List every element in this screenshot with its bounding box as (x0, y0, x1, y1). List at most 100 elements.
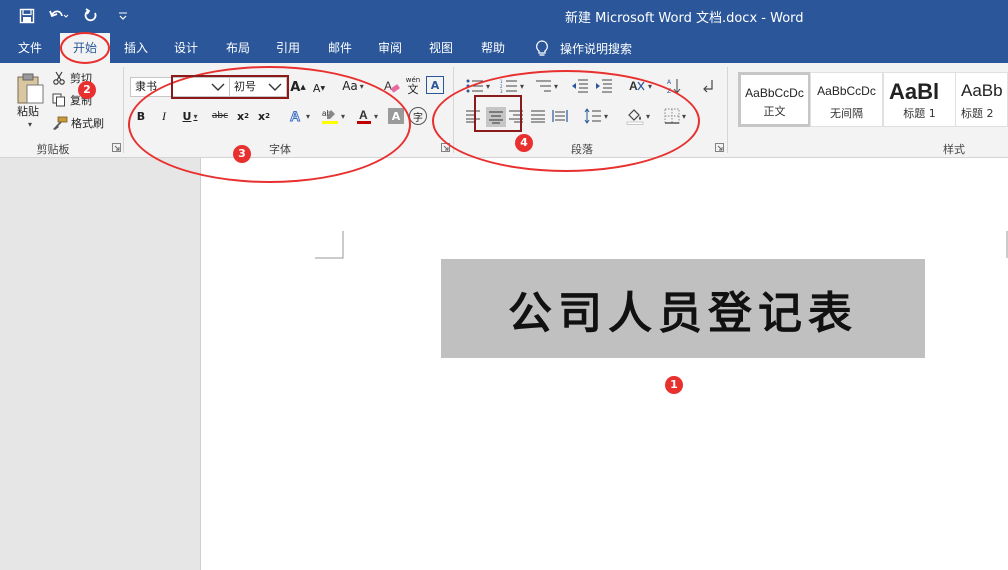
format-painter-label: 格式刷 (71, 117, 104, 130)
title-bar: 新建 Microsoft Word 文档.docx - Word (0, 0, 1008, 33)
tab-file[interactable]: 文件 (8, 33, 52, 63)
character-border-button[interactable]: A (426, 76, 444, 94)
text-highlight-button[interactable]: ab ▾ (318, 106, 348, 126)
sort-icon[interactable]: AZ (665, 77, 683, 95)
clear-formatting-icon[interactable]: A (382, 77, 402, 95)
paragraph-group-label: 段落 (571, 143, 593, 156)
increase-indent-icon[interactable] (594, 77, 614, 95)
strikethrough-button[interactable]: abc (209, 108, 231, 124)
chevron-down-icon[interactable] (210, 80, 226, 94)
svg-text:Z: Z (667, 88, 671, 94)
format-painter-button[interactable]: 格式刷 (52, 115, 114, 131)
paste-button[interactable]: 粘贴 (8, 103, 48, 119)
show-marks-icon[interactable] (700, 77, 716, 95)
shrink-font-button[interactable]: A ▼ (312, 80, 326, 96)
font-size-combo[interactable]: 初号 (229, 77, 287, 97)
bold-button[interactable]: B (134, 108, 148, 124)
chinese-layout-button[interactable]: A ▾ (625, 77, 655, 95)
document-page[interactable]: 公司人员登记表 (200, 158, 1008, 570)
paste-icon[interactable] (12, 71, 48, 107)
character-shading-button[interactable]: A (388, 108, 404, 124)
shading-button[interactable]: ▾ (622, 106, 654, 126)
chinese-layout-icon: A (629, 79, 645, 93)
text-effects-icon: A (289, 108, 300, 124)
window-title: 新建 Microsoft Word 文档.docx - Word (565, 11, 804, 26)
align-right-icon[interactable] (507, 107, 525, 125)
document-title-block[interactable]: 公司人员登记表 (441, 259, 925, 358)
paste-label: 粘贴 (17, 105, 39, 118)
undo-icon[interactable] (48, 5, 70, 27)
underline-button[interactable]: U ▾ (178, 108, 202, 124)
format-painter-icon (53, 116, 68, 130)
margin-corner-mark (315, 231, 344, 259)
enclose-characters-button[interactable]: 字 (409, 107, 427, 125)
font-group-label: 字体 (269, 143, 291, 156)
scissors-icon (53, 71, 65, 85)
svg-text:A: A (359, 108, 368, 122)
change-case-label: Aa (342, 79, 358, 93)
tab-layout[interactable]: 布局 (216, 33, 260, 63)
paste-dropdown-icon[interactable]: ▾ (22, 119, 36, 129)
tab-view[interactable]: 视图 (419, 33, 463, 63)
annotation-badge-2: 2 (78, 81, 96, 99)
tab-design[interactable]: 设计 (164, 33, 208, 63)
line-spacing-button[interactable]: ▾ (580, 107, 612, 125)
customize-qat-icon[interactable] (112, 5, 134, 27)
group-separator (727, 67, 728, 153)
ribbon-home: 粘贴 ▾ 剪切 复制 格式刷 剪贴板 隶书 初号 A ▲ A ▼ Aa ▾ A wén… (0, 63, 1008, 158)
tab-help[interactable]: 帮助 (471, 33, 515, 63)
distributed-icon[interactable] (551, 107, 569, 125)
style-normal[interactable]: AaBbCcDc 正文 (738, 72, 811, 127)
ribbon-tabs: 文件 开始 插入 设计 布局 引用 邮件 审阅 视图 帮助 (0, 33, 1008, 63)
grow-font-button[interactable]: A ▲ (290, 78, 306, 96)
document-title-text[interactable]: 公司人员登记表 (508, 277, 858, 341)
decrease-indent-icon[interactable] (570, 77, 590, 95)
multilevel-list-icon (535, 80, 551, 92)
group-separator (123, 67, 124, 153)
style-sample: AaBl (889, 79, 940, 104)
align-left-icon[interactable] (464, 107, 482, 125)
tell-me-search[interactable]: 操作说明搜索 (560, 40, 632, 57)
style-name: 标题 2 (961, 107, 994, 120)
tab-mailings[interactable]: 邮件 (318, 33, 362, 63)
annotation-badge-4: 4 (515, 134, 533, 152)
text-effects-button[interactable]: A ▾ (285, 107, 313, 125)
svg-text:A: A (290, 108, 300, 124)
font-launcher-icon[interactable] (441, 143, 450, 152)
numbering-button[interactable]: 1 2 3 ▾ (497, 77, 527, 95)
style-heading-1[interactable]: AaBl 标题 1 (883, 72, 956, 127)
svg-text:3: 3 (500, 89, 503, 93)
borders-button[interactable]: ▾ (660, 107, 690, 125)
chevron-down-icon[interactable] (267, 80, 283, 94)
justify-icon[interactable] (529, 107, 547, 125)
svg-text:A: A (384, 79, 392, 93)
cut-button[interactable]: 剪切 (52, 70, 102, 86)
tab-review[interactable]: 审阅 (368, 33, 412, 63)
superscript-button[interactable]: x2 (256, 108, 272, 124)
align-center-icon[interactable] (486, 107, 506, 127)
document-area: 公司人员登记表 (0, 158, 1008, 570)
paragraph-launcher-icon[interactable] (715, 143, 724, 152)
font-size-value: 初号 (234, 80, 256, 93)
redo-icon[interactable] (80, 5, 102, 27)
clipboard-launcher-icon[interactable] (112, 143, 121, 152)
styles-group-label: 样式 (943, 143, 965, 156)
font-color-button[interactable]: A ▾ (352, 106, 382, 126)
line-spacing-icon (584, 108, 601, 124)
phonetic-guide-button[interactable]: wén 文 (404, 75, 422, 97)
tab-insert[interactable]: 插入 (114, 33, 158, 63)
multilevel-list-button[interactable]: ▾ (531, 77, 561, 95)
group-separator (453, 67, 454, 153)
save-icon[interactable] (16, 5, 38, 27)
bullets-button[interactable]: ▾ (463, 77, 493, 95)
style-heading-2[interactable]: AaBb 标题 2 (955, 72, 1008, 127)
style-no-spacing[interactable]: AaBbCcDc 无间隔 (810, 72, 883, 127)
change-case-button[interactable]: Aa ▾ (338, 77, 368, 95)
tab-home[interactable]: 开始 (60, 33, 110, 63)
font-name-combo[interactable]: 隶书 (130, 77, 230, 97)
tab-references[interactable]: 引用 (266, 33, 310, 63)
bullets-icon (466, 79, 483, 93)
lightbulb-icon[interactable] (535, 40, 549, 61)
italic-button[interactable]: I (157, 108, 171, 124)
subscript-button[interactable]: x2 (235, 108, 251, 124)
